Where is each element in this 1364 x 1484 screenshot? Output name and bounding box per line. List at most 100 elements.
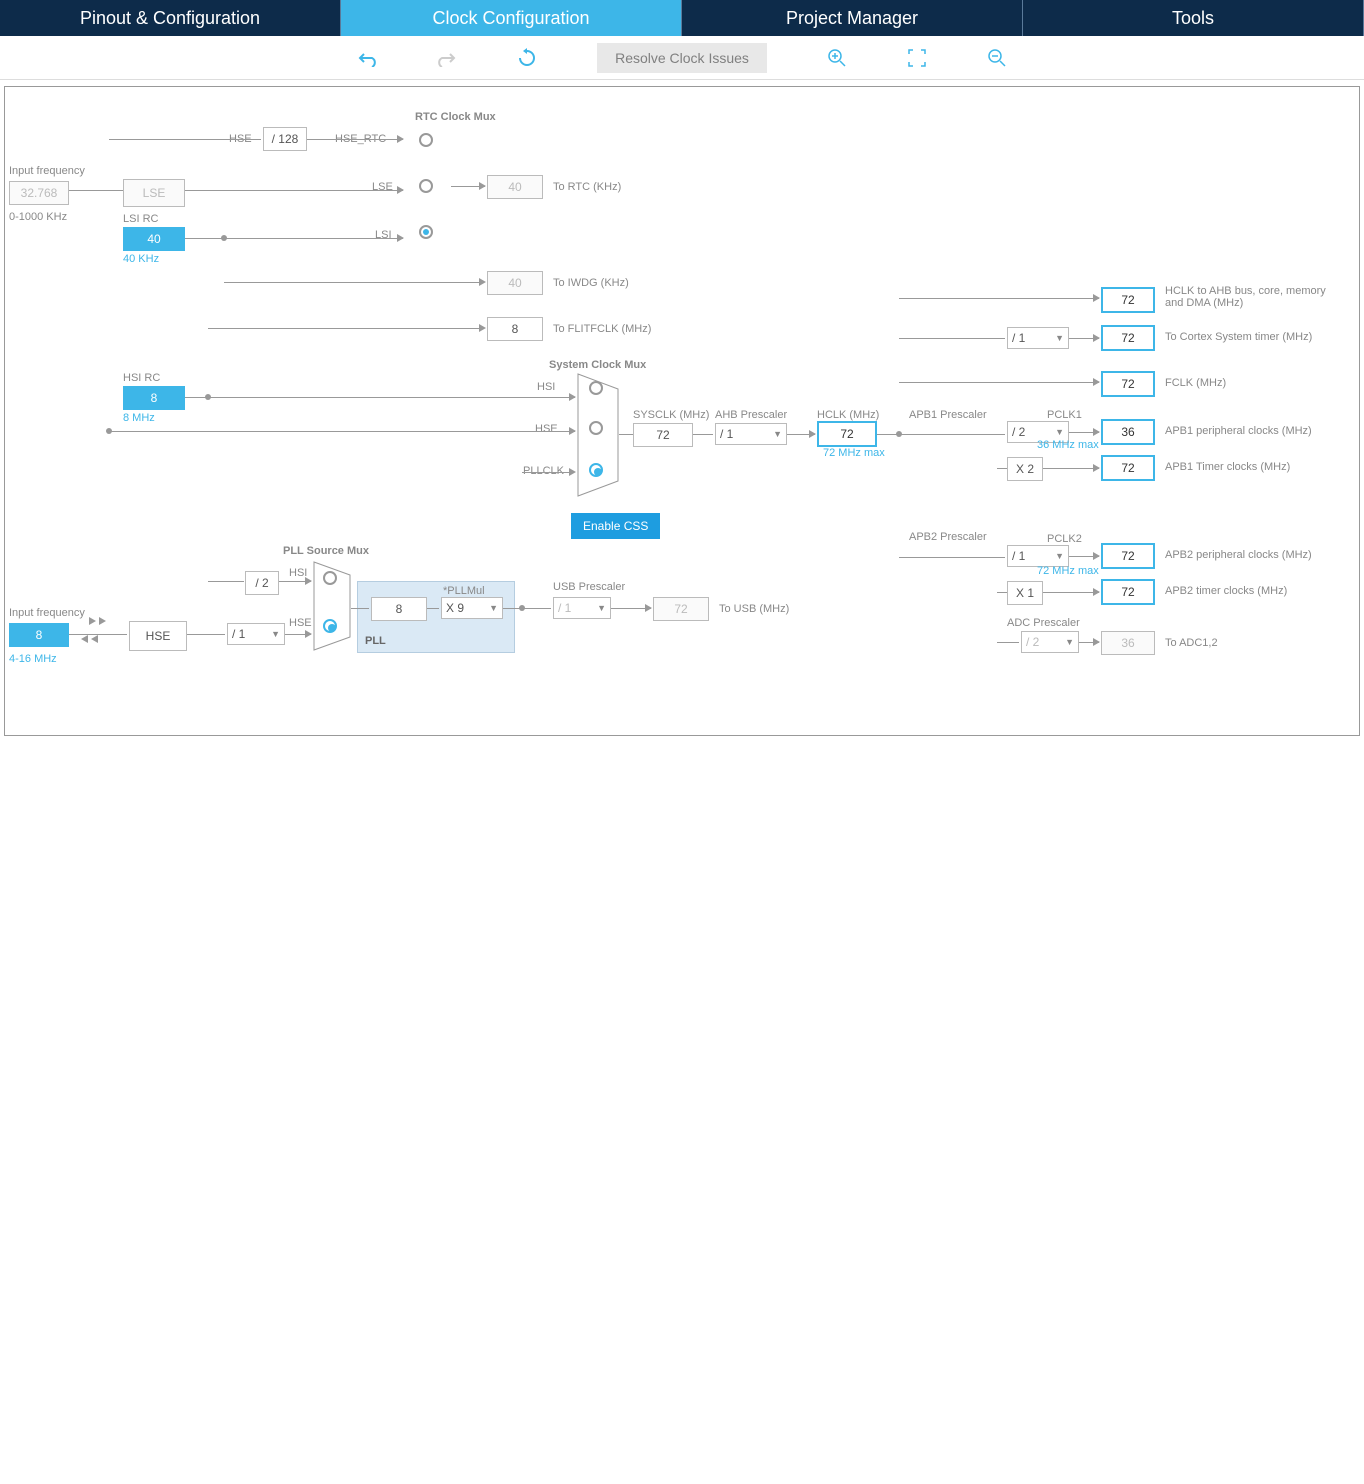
tab-pinout[interactable]: Pinout & Configuration <box>0 0 341 36</box>
input-freq-label: Input frequency <box>9 165 85 177</box>
usb-pre-select[interactable]: / 1▼ <box>553 597 611 619</box>
apb2t-out-field: 72 <box>1101 579 1155 605</box>
adc-pre-select[interactable]: / 2▼ <box>1021 631 1079 653</box>
lse-freq-field[interactable]: 32.768 <box>9 181 69 205</box>
pll-label: PLL <box>365 635 386 647</box>
usb-out-field: 72 <box>653 597 709 621</box>
line <box>5 1160 6 1420</box>
hclk-field[interactable]: 72 <box>817 421 877 447</box>
line <box>69 190 123 191</box>
adc-out-field: 36 <box>1101 631 1155 655</box>
x2-box: X 2 <box>1007 457 1043 481</box>
sys-pllclk-label: PLLCLK <box>523 465 564 477</box>
tab-project[interactable]: Project Manager <box>682 0 1023 36</box>
hse-box: HSE <box>129 621 187 651</box>
lsi-mux-label: LSI <box>375 229 392 241</box>
line <box>899 298 1099 299</box>
rtc-out-field: 40 <box>487 175 543 199</box>
sys-hse-label: HSE <box>535 423 558 435</box>
hse-freq-field[interactable]: 8 <box>9 623 69 647</box>
ahb-prescaler-select[interactable]: / 1▼ <box>715 423 787 445</box>
tab-clock[interactable]: Clock Configuration <box>341 0 682 36</box>
sys-mux-hsi[interactable] <box>589 381 603 395</box>
line <box>307 139 403 140</box>
lse-box: LSE <box>123 179 185 207</box>
toolbar: Resolve Clock Issues <box>0 36 1364 80</box>
rtc-mux-lsi[interactable] <box>419 225 433 239</box>
pll-mux-hsi[interactable] <box>323 571 337 585</box>
junction-dot <box>221 235 227 241</box>
to-iwdg-label: To IWDG (KHz) <box>553 277 629 289</box>
line <box>899 382 1099 383</box>
line <box>351 608 369 609</box>
pll-mux-hse[interactable] <box>323 619 337 633</box>
line <box>5 1456 6 1484</box>
enable-css-button[interactable]: Enable CSS <box>571 513 660 539</box>
line <box>185 190 403 191</box>
junction-dot <box>896 431 902 437</box>
junction-dot <box>519 605 525 611</box>
zoom-in-icon[interactable] <box>827 48 847 68</box>
lsi-box: 40 <box>123 227 185 251</box>
sys-mux-hse[interactable] <box>589 421 603 435</box>
arrow-icon <box>1093 638 1100 646</box>
line <box>208 581 244 582</box>
fclk-out-label: FCLK (MHz) <box>1165 377 1226 389</box>
pclk2-max-label: 72 MHz max <box>1037 565 1099 577</box>
lsi-rc-label: LSI RC <box>123 213 158 225</box>
div2-box: / 2 <box>245 571 279 595</box>
line <box>997 592 1007 593</box>
sys-mux-pllclk[interactable] <box>589 463 603 477</box>
line <box>1043 592 1099 593</box>
arrow-icon <box>1093 552 1100 560</box>
line <box>5 752 6 1008</box>
apb2-pre-select[interactable]: / 1▼ <box>1007 545 1069 567</box>
line <box>899 338 1005 339</box>
arrow-icon <box>305 577 312 585</box>
rtc-mux-label: RTC Clock Mux <box>415 111 496 123</box>
line <box>187 634 225 635</box>
resolve-clock-issues-button[interactable]: Resolve Clock Issues <box>597 43 767 73</box>
line <box>1043 468 1099 469</box>
line <box>5 1420 6 1456</box>
input-freq2-label: Input frequency <box>9 607 85 619</box>
fullscreen-icon[interactable] <box>907 48 927 68</box>
line <box>899 557 1005 558</box>
arrow-icon <box>1093 378 1100 386</box>
rtc-mux-lse[interactable] <box>419 179 433 193</box>
arrow-icon <box>1093 294 1100 302</box>
line <box>185 397 575 398</box>
refresh-icon[interactable] <box>517 48 537 68</box>
arrow-icon <box>397 186 404 194</box>
arrow-icon <box>305 630 312 638</box>
cortex-div-select[interactable]: / 1▼ <box>1007 327 1069 349</box>
iwdg-out-field: 40 <box>487 271 543 295</box>
tab-tools[interactable]: Tools <box>1023 0 1364 36</box>
line <box>185 238 403 239</box>
apb2p-out-field: 72 <box>1101 543 1155 569</box>
line <box>693 434 713 435</box>
to-usb-label: To USB (MHz) <box>719 603 789 615</box>
undo-icon[interactable] <box>357 48 377 68</box>
line <box>208 328 484 329</box>
rtc-mux-hse[interactable] <box>419 133 433 147</box>
line <box>503 608 551 609</box>
hse-div-select[interactable]: / 1▼ <box>227 623 285 645</box>
pclk1-label: PCLK1 <box>1047 409 1082 421</box>
arrow-icon <box>479 182 486 190</box>
hclk-max-label: 72 MHz max <box>823 447 885 459</box>
line <box>997 642 1019 643</box>
clock-diagram: Input frequency 32.768 0-1000 KHz LSE LS… <box>4 86 1360 736</box>
arrow-icon <box>1093 334 1100 342</box>
zoom-out-icon[interactable] <box>987 48 1007 68</box>
line <box>69 634 127 635</box>
cortex-out-label: To Cortex System timer (MHz) <box>1165 331 1312 343</box>
redo-icon[interactable] <box>437 48 457 68</box>
pllmul-select[interactable]: X 9▼ <box>441 597 503 619</box>
line <box>522 472 574 473</box>
sysclk-field: 72 <box>633 423 693 447</box>
arrow-icon <box>479 278 486 286</box>
arrow-icon <box>99 617 106 625</box>
hclk-out-label: HCLK to AHB bus, core, memory and DMA (M… <box>1165 285 1345 309</box>
apb1t-out-field: 72 <box>1101 455 1155 481</box>
